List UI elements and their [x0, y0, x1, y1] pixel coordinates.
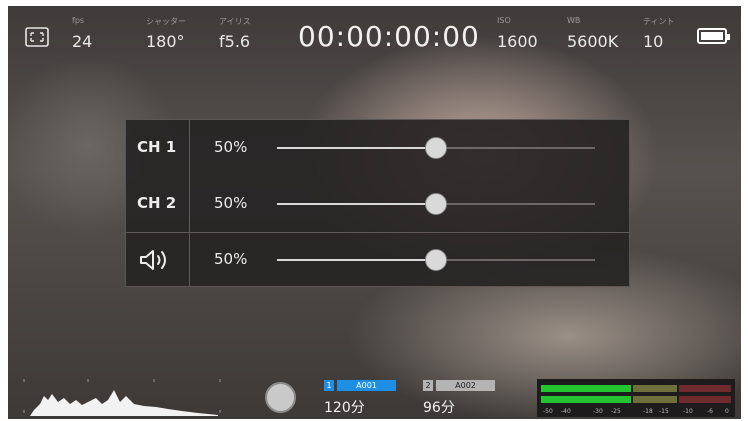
meter-scale-15: -15: [659, 408, 669, 415]
meter-ch2-green: [541, 396, 631, 403]
focus-frame-icon[interactable]: [25, 27, 49, 47]
iso-label: ISO: [497, 16, 511, 25]
audio-levels-panel: CH 1 50% CH 2 50% 50%: [125, 119, 630, 287]
slot1-number: 1: [324, 380, 334, 391]
ch2-value: 50%: [214, 194, 248, 212]
meter-scale-40: -40: [561, 408, 571, 415]
slot2-clip-name[interactable]: A002: [436, 380, 495, 391]
ch1-value: 50%: [214, 138, 248, 156]
meter-scale-25: -25: [611, 408, 621, 415]
tint-value[interactable]: 10: [643, 32, 663, 51]
camera-screen: fps 24 シャッター 180° アイリス f5.6 00:00:00:00 …: [8, 6, 741, 419]
audio-row-ch2: CH 2 50%: [126, 176, 629, 232]
tint-label: ティント: [643, 17, 675, 26]
meter-scale-6: -6: [707, 408, 713, 415]
battery-full-icon: [697, 28, 730, 44]
speaker-value: 50%: [214, 250, 248, 268]
meter-scale-0: 0: [725, 408, 729, 415]
meter-scale-30: -30: [593, 408, 603, 415]
ch2-slider-handle[interactable]: [425, 193, 447, 215]
iris-label: アイリス: [219, 17, 251, 26]
shutter-value[interactable]: 180°: [146, 32, 185, 51]
iso-value[interactable]: 1600: [497, 32, 538, 51]
record-button[interactable]: [265, 382, 296, 413]
audio-row-speaker: 50%: [126, 232, 629, 288]
meter-scale-18: -18: [643, 408, 653, 415]
meter-scale-50: -50: [543, 408, 553, 415]
slot2-number: 2: [423, 380, 433, 391]
fps-label: fps: [72, 16, 85, 25]
slot1-remaining-time: 120分: [324, 400, 365, 416]
ch1-label: CH 1: [137, 138, 177, 156]
meter-ch1-red: [679, 385, 731, 392]
meter-ch2-red: [679, 396, 731, 403]
speaker-slider-handle[interactable]: [425, 249, 447, 271]
meter-ch1-green: [541, 385, 631, 392]
ch2-slider[interactable]: [277, 193, 595, 215]
slot1-clip-name[interactable]: A001: [337, 380, 396, 391]
ch2-label: CH 2: [137, 194, 177, 212]
meter-scale-10: -10: [683, 408, 693, 415]
meter-ch1-yellow: [633, 385, 677, 392]
iris-value[interactable]: f5.6: [219, 32, 250, 51]
speaker-icon: [140, 250, 166, 270]
meter-ch2-yellow: [633, 396, 677, 403]
timecode[interactable]: 00:00:00:00: [298, 20, 480, 53]
shutter-label: シャッター: [146, 17, 186, 26]
ch1-slider[interactable]: [277, 137, 595, 159]
audio-row-ch1: CH 1 50%: [126, 120, 629, 176]
ch1-slider-handle[interactable]: [425, 137, 447, 159]
wb-value[interactable]: 5600K: [567, 32, 618, 51]
speaker-slider[interactable]: [277, 249, 595, 271]
audio-meter[interactable]: -50 -40 -30 -25 -18 -15 -10 -6 0: [537, 379, 735, 417]
histogram[interactable]: [22, 376, 222, 416]
wb-label: WB: [567, 16, 581, 25]
slot2-remaining-time: 96分: [423, 400, 455, 416]
fps-value[interactable]: 24: [72, 32, 92, 51]
